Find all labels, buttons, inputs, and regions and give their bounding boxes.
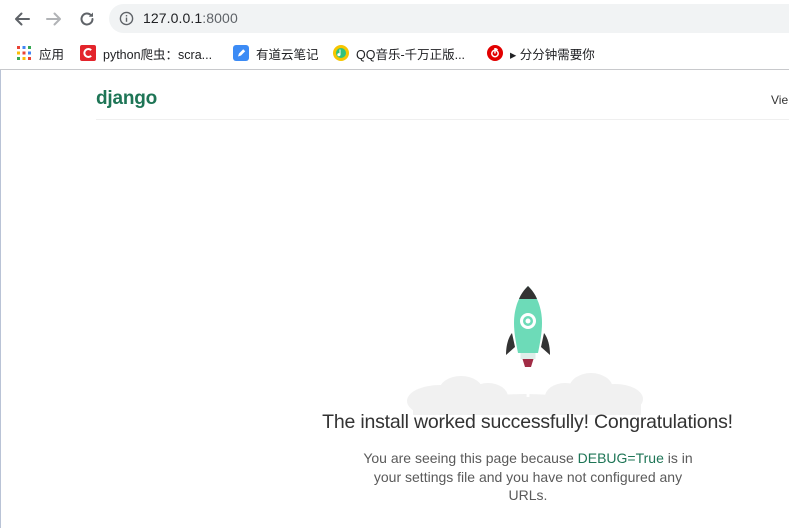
bookmark-label: QQ音乐-千万正版... <box>356 47 466 62</box>
info-icon[interactable] <box>119 11 134 26</box>
forward-button[interactable] <box>41 6 67 32</box>
bookmark-label: 有道云笔记 <box>256 47 319 62</box>
apps-grid-icon <box>16 45 32 61</box>
address-bar[interactable]: 127.0.0.1:8000 <box>109 4 789 33</box>
bookmarks-bar: 应用 python爬虫：scra... 有道云笔记 QQ音乐-千万正版... ▸… <box>0 37 789 70</box>
clouds-illustration <box>407 373 643 415</box>
csdn-icon <box>80 45 96 61</box>
bookmark-label: ▸ 分分钟需要你 <box>510 47 595 62</box>
success-description: You are seeing this page because DEBUG=T… <box>360 449 696 505</box>
arrow-left-icon <box>15 12 30 26</box>
bookmark-youdao-note[interactable]: 有道云笔记 <box>233 43 319 63</box>
release-notes-link[interactable]: Vie <box>771 93 788 107</box>
rocket-icon <box>506 286 550 367</box>
debug-setting: DEBUG=True <box>577 450 664 466</box>
rocket-exhaust-trail <box>526 365 530 397</box>
reload-button[interactable] <box>74 6 100 32</box>
reload-icon <box>80 12 94 26</box>
url-host: 127.0.0.1 <box>143 10 203 26</box>
url-port: :8000 <box>202 10 238 26</box>
url-text[interactable]: 127.0.0.1:8000 <box>143 10 238 26</box>
bookmark-python-crawler[interactable]: python爬虫：scra... <box>80 43 212 63</box>
browser-toolbar: 127.0.0.1:8000 <box>0 0 789 37</box>
django-header: django Vie <box>96 70 789 120</box>
netease-music-icon <box>487 45 503 61</box>
qq-music-icon <box>333 45 349 61</box>
bookmark-label: 应用 <box>39 47 65 62</box>
back-button[interactable] <box>9 6 35 32</box>
rocket-launch-illustration <box>407 286 643 415</box>
bookmark-label: python爬虫：scra... <box>103 47 213 62</box>
bookmark-qq-music[interactable]: QQ音乐-千万正版... <box>333 43 465 63</box>
description-text: You are seeing this page because <box>363 450 578 466</box>
bookmark-netease-music[interactable]: ▸ 分分钟需要你 <box>487 43 595 63</box>
youdao-note-icon <box>233 45 249 61</box>
django-logo[interactable]: django <box>96 88 157 110</box>
success-headline: The install worked successfully! Congrat… <box>322 411 733 433</box>
bookmark-apps[interactable]: 应用 <box>16 43 64 63</box>
window-left-border <box>0 70 1 528</box>
arrow-right-icon <box>46 12 61 26</box>
